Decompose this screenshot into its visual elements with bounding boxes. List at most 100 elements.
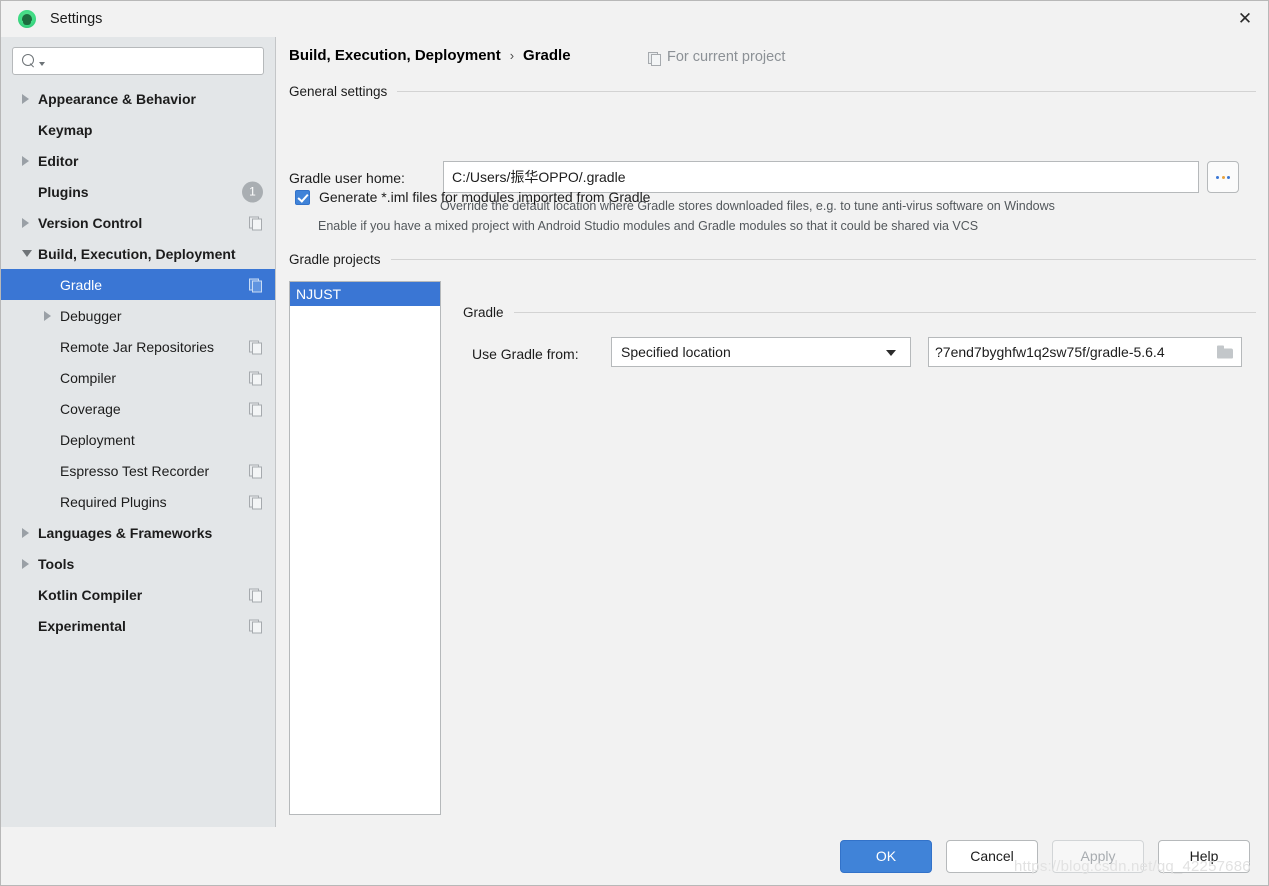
sidebar-item-label: Plugins [38, 183, 89, 200]
dialog-footer: OK Cancel Apply Help [1, 827, 1268, 885]
gradle-project-list-item[interactable]: NJUST [290, 282, 440, 306]
copy-icon [249, 588, 262, 603]
search-box[interactable] [12, 47, 264, 75]
cancel-button[interactable]: Cancel [946, 839, 1038, 873]
sidebar-item-deployment[interactable]: Deployment [1, 424, 275, 455]
sidebar-item-debugger[interactable]: Debugger [1, 300, 275, 331]
sidebar-item-label: Experimental [38, 617, 126, 634]
copy-icon-glyph [249, 402, 262, 417]
use-gradle-from-dropdown[interactable]: Specified location [611, 337, 911, 367]
sidebar-item-label: Version Control [38, 214, 143, 231]
chevron-right-icon[interactable] [22, 527, 29, 538]
chevron-right-icon[interactable] [44, 310, 51, 321]
section-divider [397, 91, 1256, 92]
gradle-user-home-browse-button[interactable] [1207, 161, 1239, 193]
sidebar-item-label: Coverage [60, 400, 121, 417]
settings-tree: Appearance & Behavior Keymap Editor Plugins… [1, 83, 275, 641]
sidebar-item-editor[interactable]: Editor [1, 145, 275, 176]
sidebar-item-kotlin-compiler[interactable]: Kotlin Compiler [1, 579, 275, 610]
title-bar: Settings ✕ [1, 1, 1268, 37]
gradle-projects-section-header: Gradle projects [289, 252, 1256, 267]
copy-icon [249, 278, 262, 293]
sidebar-item-label: Remote Jar Repositories [60, 338, 215, 355]
copy-icon-glyph [249, 619, 262, 634]
settings-content-panel: Build, Execution, Deployment › Gradle Fo… [277, 37, 1268, 827]
sidebar-item-build-execution-deployment[interactable]: Build, Execution, Deployment [1, 238, 275, 269]
sidebar-item-languages-frameworks[interactable]: Languages & Frameworks [1, 517, 275, 548]
settings-dialog: Settings ✕ Appearance & Behavior Keymap Ed… [0, 0, 1269, 886]
gradle-projects-list[interactable]: NJUST [289, 281, 441, 815]
close-icon[interactable]: ✕ [1222, 1, 1268, 37]
sidebar-item-label: Appearance & Behavior [38, 90, 196, 107]
generate-iml-label: Generate *.iml files for modules importe… [319, 189, 651, 205]
breadcrumb: Build, Execution, Deployment › Gradle [289, 47, 571, 64]
chevron-right-icon[interactable] [22, 155, 29, 166]
sidebar-item-label: Kotlin Compiler [38, 586, 143, 603]
copy-icon-glyph [249, 278, 262, 293]
section-divider [513, 312, 1256, 313]
sidebar-item-label: Keymap [38, 121, 93, 138]
apply-button[interactable]: Apply [1052, 839, 1144, 873]
gradle-user-home-label: Gradle user home: [289, 170, 405, 186]
sidebar-item-label: Editor [38, 152, 79, 169]
general-settings-title: General settings [289, 84, 388, 99]
sidebar-item-version-control[interactable]: Version Control [1, 207, 275, 238]
chevron-down-icon[interactable] [22, 250, 32, 257]
gradle-detail-title: Gradle [463, 305, 504, 320]
chevron-down-icon [886, 350, 896, 356]
gradle-detail-section-header: Gradle [463, 305, 1256, 320]
sidebar-item-espresso-test-recorder[interactable]: Espresso Test Recorder [1, 455, 275, 486]
folder-icon[interactable] [1217, 345, 1233, 359]
general-settings-section-header: General settings [289, 84, 1256, 99]
copy-icon-glyph [249, 588, 262, 603]
generate-iml-checkbox[interactable] [295, 189, 310, 205]
copy-icon-glyph [249, 340, 262, 355]
search-dropdown-caret-icon[interactable] [39, 62, 45, 66]
chevron-right-icon[interactable] [22, 217, 29, 228]
sidebar-item-plugins[interactable]: Plugins 1 [1, 176, 275, 207]
sidebar-item-appearance-behavior[interactable]: Appearance & Behavior [1, 83, 275, 114]
sidebar-item-label: Espresso Test Recorder [60, 462, 210, 479]
chevron-right-icon[interactable] [22, 558, 29, 569]
android-studio-icon [18, 10, 36, 28]
sidebar-item-label: Tools [38, 555, 75, 572]
sidebar-item-label: Languages & Frameworks [38, 524, 213, 541]
sidebar-item-compiler[interactable]: Compiler [1, 362, 275, 393]
gradle-home-path-value: ?7end7byghfw1q2sw75f/gradle-5.6.4 [935, 344, 1165, 360]
sidebar-item-label: Gradle [60, 276, 103, 293]
search-input[interactable] [49, 52, 263, 70]
copy-icon [249, 402, 262, 417]
copy-icon [648, 51, 661, 66]
sidebar-item-gradle[interactable]: Gradle [1, 269, 275, 300]
search-container [1, 37, 275, 75]
sidebar-item-label: Build, Execution, Deployment [38, 245, 236, 262]
sidebar-item-label: Debugger [60, 307, 122, 324]
for-current-project-indicator: For current project [648, 49, 785, 66]
sidebar-item-tools[interactable]: Tools [1, 548, 275, 579]
copy-icon [249, 495, 262, 510]
copy-icon-glyph [249, 216, 262, 231]
chevron-right-icon[interactable] [22, 93, 29, 104]
help-button[interactable]: Help [1158, 839, 1250, 873]
breadcrumb-separator-icon: › [509, 48, 515, 63]
section-divider [390, 259, 1256, 260]
gradle-projects-title: Gradle projects [289, 252, 381, 267]
sidebar-item-experimental[interactable]: Experimental [1, 610, 275, 641]
settings-sidebar: Appearance & Behavior Keymap Editor Plugins… [1, 37, 276, 827]
breadcrumb-current: Gradle [523, 47, 571, 64]
breadcrumb-parent[interactable]: Build, Execution, Deployment [289, 47, 501, 64]
plugins-update-badge: 1 [242, 181, 263, 202]
window-title: Settings [50, 11, 103, 27]
ok-button[interactable]: OK [840, 839, 932, 873]
gradle-home-path-input[interactable]: ?7end7byghfw1q2sw75f/gradle-5.6.4 [928, 337, 1242, 367]
sidebar-item-coverage[interactable]: Coverage [1, 393, 275, 424]
copy-icon [249, 464, 262, 479]
copy-icon [249, 619, 262, 634]
gradle-user-home-value: C:/Users/振华OPPO/.gradle [452, 169, 626, 185]
sidebar-item-remote-jar-repositories[interactable]: Remote Jar Repositories [1, 331, 275, 362]
sidebar-item-required-plugins[interactable]: Required Plugins [1, 486, 275, 517]
sidebar-item-label: Deployment [60, 431, 135, 448]
search-icon [22, 54, 38, 68]
sidebar-item-keymap[interactable]: Keymap [1, 114, 275, 145]
generate-iml-checkbox-row[interactable]: Generate *.iml files for modules importe… [295, 189, 650, 205]
